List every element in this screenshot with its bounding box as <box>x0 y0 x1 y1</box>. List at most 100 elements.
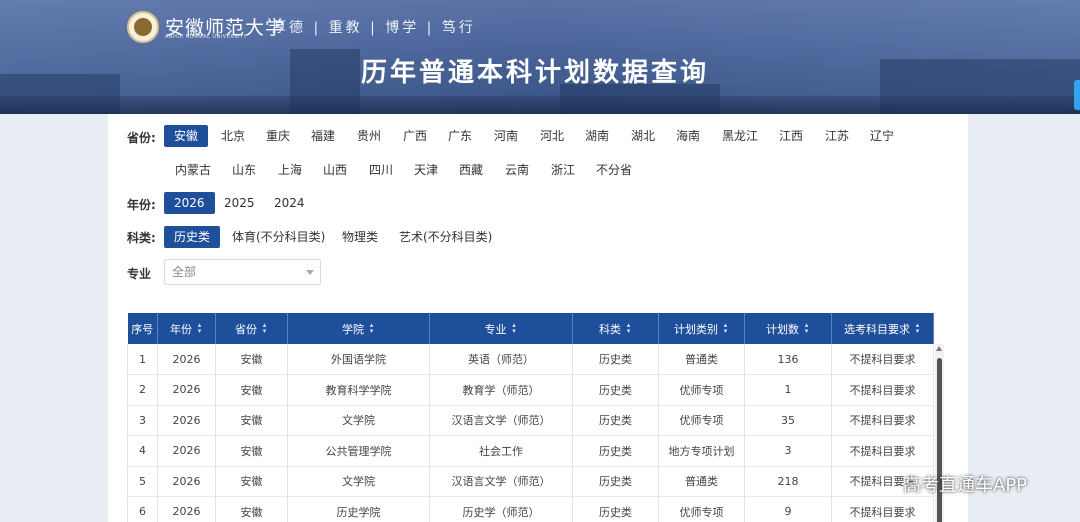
category-option[interactable]: 历史类 <box>164 226 221 248</box>
plan-table: 序号 年份 ▴▾ 省份 ▴▾ 学院 ▴▾ 专业 ▴▾ 科类 ▴▾ 计划类别 ▴▾ 计划数 ▴▾ 选考科目要求 ▴… <box>127 313 946 522</box>
table-cell: 社会工作 <box>429 435 573 467</box>
table-header-row: 序号 年份 ▴▾ 省份 ▴▾ 学院 ▴▾ 专业 ▴▾ 科类 ▴▾ 计划类别 ▴▾ 计划数 ▴▾ 选考科目要求 ▴… <box>127 313 934 344</box>
year-option[interactable]: 2025 <box>224 192 255 214</box>
table-cell: 汉语言文学（师范） <box>429 466 573 497</box>
province-option[interactable]: 江西 <box>779 125 803 147</box>
table-cell: 3 <box>744 435 832 467</box>
table-cell: 安徽 <box>215 374 288 406</box>
province-option[interactable]: 重庆 <box>266 125 290 147</box>
province-option[interactable]: 贵州 <box>357 125 381 147</box>
column-header[interactable]: 计划类别 ▴▾ <box>658 313 745 344</box>
province-option[interactable]: 河北 <box>540 125 564 147</box>
province-label: 省份: <box>127 131 156 145</box>
table-cell: 1 <box>744 374 832 406</box>
table-row[interactable]: 5 2026 安徽 文学院 汉语言文学（师范） 历史类 普通类 218 不提科目要求 <box>127 466 934 497</box>
table-cell: 2026 <box>157 374 216 406</box>
province-option[interactable]: 天津 <box>414 159 438 181</box>
province-option[interactable]: 安徽 <box>164 125 209 147</box>
table-cell: 历史类 <box>572 466 659 497</box>
sort-icon[interactable]: ▴▾ <box>368 321 375 334</box>
table-body: 1 2026 安徽 外国语学院 英语（师范） 历史类 普通类 136 不提科目要求 2 2026 安徽… <box>127 344 934 522</box>
province-option[interactable]: 上海 <box>278 159 302 181</box>
sort-icon[interactable]: ▴▾ <box>511 321 518 334</box>
table-row[interactable]: 6 2026 安徽 历史学院 历史学（师范） 历史类 优师专项 9 不提科目要求 <box>127 496 934 522</box>
province-option[interactable]: 不分省 <box>596 159 632 181</box>
province-option[interactable]: 四川 <box>369 159 393 181</box>
major-select-value: 全部 <box>172 265 197 279</box>
province-option[interactable]: 湖南 <box>585 125 609 147</box>
province-option[interactable]: 广东 <box>448 125 472 147</box>
column-header[interactable]: 计划数 ▴▾ <box>744 313 832 344</box>
school-name-en: ANHUI NORMAL UNIVERSITY <box>165 34 248 40</box>
table-cell: 历史类 <box>572 374 659 406</box>
table-cell: 安徽 <box>215 435 288 467</box>
table-cell: 136 <box>744 344 832 375</box>
column-header-label: 计划类别 <box>674 322 718 336</box>
banner-water <box>0 96 1080 114</box>
table-cell: 2 <box>127 374 158 406</box>
sort-icon[interactable]: ▴▾ <box>722 321 729 334</box>
province-option[interactable]: 黑龙江 <box>722 125 758 147</box>
category-option[interactable]: 物理类 <box>342 226 378 248</box>
column-header[interactable]: 序号 <box>127 313 158 344</box>
table-cell: 安徽 <box>215 496 288 522</box>
table-row[interactable]: 2 2026 安徽 教育科学学院 教育学（师范） 历史类 优师专项 1 不提科目要求 <box>127 374 934 406</box>
column-header-label: 选考科目要求 <box>844 322 910 336</box>
sort-icon[interactable]: ▴▾ <box>261 321 268 334</box>
year-option[interactable]: 2024 <box>274 192 305 214</box>
province-option[interactable]: 海南 <box>676 125 700 147</box>
table-cell: 历史类 <box>572 496 659 522</box>
table-cell: 安徽 <box>215 466 288 497</box>
province-option[interactable]: 浙江 <box>551 159 575 181</box>
table-row[interactable]: 3 2026 安徽 文学院 汉语言文学（师范） 历史类 优师专项 35 不提科目要求 <box>127 405 934 436</box>
year-option[interactable]: 2026 <box>164 192 215 214</box>
province-option[interactable]: 辽宁 <box>870 125 894 147</box>
table-cell: 安徽 <box>215 344 288 375</box>
table-row[interactable]: 1 2026 安徽 外国语学院 英语（师范） 历史类 普通类 136 不提科目要求 <box>127 344 934 375</box>
table-cell: 历史类 <box>572 405 659 436</box>
column-header[interactable]: 选考科目要求 ▴▾ <box>831 313 934 344</box>
scroll-up-icon[interactable] <box>936 346 942 351</box>
sort-icon[interactable]: ▴▾ <box>914 321 921 334</box>
sort-icon[interactable]: ▴▾ <box>803 321 810 334</box>
column-header[interactable]: 省份 ▴▾ <box>215 313 288 344</box>
province-option[interactable]: 山东 <box>232 159 256 181</box>
table-cell: 文学院 <box>287 466 430 497</box>
column-header[interactable]: 专业 ▴▾ <box>429 313 573 344</box>
province-option[interactable]: 广西 <box>403 125 427 147</box>
province-option[interactable]: 河南 <box>494 125 518 147</box>
school-logo[interactable] <box>127 11 159 43</box>
table-cell: 历史学院 <box>287 496 430 522</box>
province-option[interactable]: 云南 <box>505 159 529 181</box>
table-cell: 2026 <box>157 496 216 522</box>
province-option[interactable]: 福建 <box>311 125 335 147</box>
table-cell: 不提科目要求 <box>831 435 934 467</box>
province-option[interactable]: 西藏 <box>459 159 483 181</box>
province-option[interactable]: 江苏 <box>825 125 849 147</box>
table-cell: 不提科目要求 <box>831 374 934 406</box>
side-tab[interactable] <box>1074 80 1080 110</box>
table-cell: 安徽 <box>215 405 288 436</box>
table-cell: 英语（师范） <box>429 344 573 375</box>
province-option[interactable]: 山西 <box>323 159 347 181</box>
column-header[interactable]: 学院 ▴▾ <box>287 313 430 344</box>
category-option[interactable]: 艺术(不分科目类) <box>399 226 492 248</box>
sort-icon[interactable]: ▴▾ <box>196 321 203 334</box>
table-cell: 教育科学学院 <box>287 374 430 406</box>
sort-icon[interactable]: ▴▾ <box>625 321 632 334</box>
province-option[interactable]: 湖北 <box>631 125 655 147</box>
header-banner: 安徽师范大学 ANHUI NORMAL UNIVERSITY 厚德 | 重教 |… <box>0 0 1080 114</box>
table-cell: 9 <box>744 496 832 522</box>
province-option[interactable]: 北京 <box>221 125 245 147</box>
column-header[interactable]: 年份 ▴▾ <box>157 313 216 344</box>
scroll-thumb[interactable] <box>937 358 942 522</box>
column-header[interactable]: 科类 ▴▾ <box>572 313 659 344</box>
query-panel: 省份: 安徽 北京 重庆 福建 贵州 广西 广东 河南 河北 湖南 湖北 海南 黑龙江 江西 江苏 辽宁 内蒙… <box>108 114 968 522</box>
province-option[interactable]: 内蒙古 <box>175 159 211 181</box>
table-cell: 优师专项 <box>658 374 745 406</box>
major-select[interactable]: 全部 <box>164 259 321 285</box>
category-option[interactable]: 体育(不分科目类) <box>232 226 325 248</box>
chevron-down-icon <box>306 270 314 275</box>
table-row[interactable]: 4 2026 安徽 公共管理学院 社会工作 历史类 地方专项计划 3 不提科目要求 <box>127 435 934 467</box>
table-cell: 35 <box>744 405 832 436</box>
